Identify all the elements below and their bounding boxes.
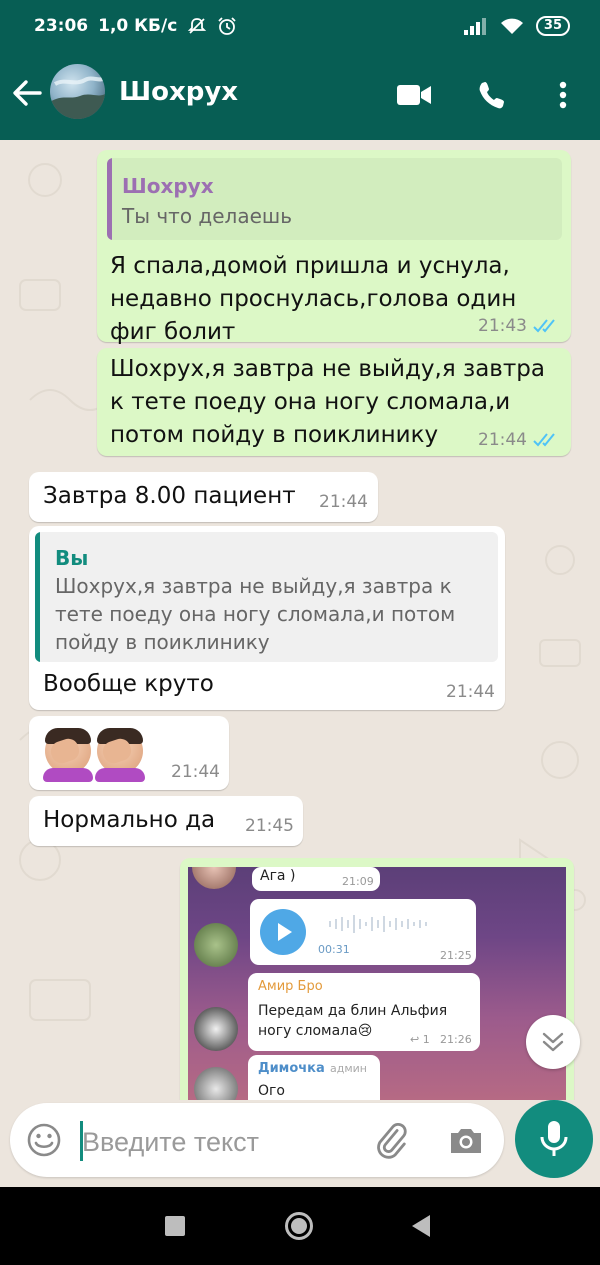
text-caret	[80, 1121, 83, 1161]
message-text: Завтра 8.00 пациент	[43, 483, 296, 509]
read-receipt-icon	[533, 433, 555, 447]
face-palm-emoji	[43, 728, 93, 782]
more-icon[interactable]	[544, 78, 582, 112]
message-line: Шохрух,я завтра не выйду,я завтра	[110, 356, 545, 382]
quote-text: Шохрух,я завтра не выйду,я завтра к тете…	[55, 572, 455, 656]
forwarded-text: Ого	[258, 1083, 285, 1099]
forwarded-message: Ага ) 21:09	[252, 867, 380, 891]
mic-button[interactable]	[515, 1100, 593, 1178]
message-bubble-outgoing[interactable]: Шохрух Ты что делаешь Я спала,домой приш…	[97, 150, 571, 345]
message-time: 21:44	[171, 762, 220, 782]
message-line: Я спала,домой пришла и уснула,	[110, 253, 510, 279]
forwarded-text: Ага )	[260, 868, 296, 884]
quote-text: Ты что делаешь	[122, 204, 292, 228]
message-line: недавно проснулась,голова один	[110, 286, 517, 312]
quote-author: Вы	[55, 546, 89, 570]
mic-icon	[540, 1121, 568, 1156]
read-receipt-icon	[533, 319, 555, 333]
avatar[interactable]	[50, 64, 105, 119]
alarm-icon	[217, 16, 237, 36]
face-palm-emoji	[95, 728, 145, 782]
camera-icon[interactable]	[446, 1121, 486, 1161]
message-time: 21:44	[478, 430, 527, 450]
forwarded-role: админ	[330, 1062, 367, 1075]
sender-avatar	[194, 1067, 238, 1100]
sender-avatar	[194, 923, 238, 967]
quote-line: тете поеду она ногу сломала,и потом	[55, 602, 456, 626]
message-text: Вообще круто	[43, 671, 214, 697]
waveform-icon	[329, 915, 427, 933]
scroll-down-button[interactable]	[526, 1015, 580, 1069]
message-time: 21:44	[446, 682, 495, 702]
voice-message: 00:31 21:25	[250, 899, 476, 965]
recents-icon[interactable]	[165, 1216, 185, 1236]
quoted-message[interactable]: Вы Шохрух,я завтра не выйду,я завтра к т…	[35, 532, 498, 662]
message-input[interactable]	[80, 1119, 364, 1165]
chevron-down-icon	[542, 1032, 564, 1052]
reply-count: 1	[422, 1033, 430, 1046]
quote-author: Шохрух	[122, 174, 214, 198]
muted-bell-icon	[187, 16, 207, 36]
sender-avatar	[194, 1007, 238, 1051]
home-icon[interactable]	[285, 1212, 313, 1240]
image-message-content[interactable]: Ага ) 21:09 00:31 21:25 Амир Бро Передам…	[188, 867, 566, 1100]
network-speed: 1,0 КБ/с	[98, 16, 178, 36]
message-line: фиг болит	[110, 319, 236, 345]
message-line: к тете поеду она ногу сломала,и	[110, 389, 511, 415]
forwarded-time: 21:25	[440, 949, 472, 962]
message-bubble-outgoing[interactable]: Шохрух,я завтра не выйду,я завтра к тете…	[97, 348, 571, 456]
reply-indicator: ↩ 1	[410, 1033, 430, 1046]
forwarded-line: Передам да блин Альфия	[258, 1003, 448, 1019]
message-time: 21:45	[245, 816, 294, 836]
video-call-icon[interactable]	[395, 78, 433, 112]
forwarded-message: Димочка админ Ого	[248, 1055, 380, 1100]
message-time: 21:44	[319, 492, 368, 512]
sender-avatar	[192, 867, 236, 889]
quote-line: пойду в поиклинику	[55, 630, 270, 654]
battery-icon: 35	[535, 16, 570, 36]
play-icon	[260, 909, 306, 955]
quote-line: Шохрух,я завтра не выйду,я завтра к	[55, 574, 452, 598]
message-time: 21:43	[478, 316, 527, 336]
message-bubble-incoming[interactable]: Завтра 8.00 пациент 21:44	[29, 472, 378, 522]
message-bubble-incoming[interactable]: Вы Шохрух,я завтра не выйду,я завтра к т…	[29, 526, 505, 710]
chat-area[interactable]: Шохрух Ты что делаешь Я спала,домой приш…	[0, 140, 600, 1100]
message-bubble-incoming[interactable]: Нормально да 21:45	[29, 796, 303, 846]
message-bubble-incoming[interactable]: 21:44	[29, 716, 229, 790]
phone-icon[interactable]	[474, 78, 512, 112]
status-time: 23:06	[34, 16, 89, 36]
forwarded-author: Димочка	[258, 1061, 325, 1076]
forwarded-time: 21:09	[342, 875, 374, 888]
quote-bar	[35, 532, 40, 662]
wifi-icon	[500, 17, 524, 35]
quoted-message[interactable]: Шохрух Ты что делаешь	[107, 158, 562, 240]
signal-icon	[463, 17, 488, 35]
forwarded-time: 21:26	[440, 1033, 472, 1046]
forwarded-message: Амир Бро Передам да блин Альфия ногу сло…	[248, 973, 480, 1051]
system-nav-bar	[0, 1187, 600, 1265]
attach-icon[interactable]	[372, 1121, 412, 1161]
status-bar: 23:06 1,0 КБ/с 35	[0, 0, 600, 52]
message-text: Нормально да	[43, 807, 216, 833]
contact-name[interactable]: Шохрух	[119, 77, 238, 107]
chat-header: Шохрух	[0, 52, 600, 140]
forwarded-author: Амир Бро	[258, 979, 323, 994]
voice-duration: 00:31	[318, 943, 350, 956]
message-text: Я спала,домой пришла и уснула, недавно п…	[110, 250, 516, 349]
quote-bar	[107, 158, 112, 240]
back-icon[interactable]	[410, 1214, 432, 1238]
emoji-icon[interactable]	[26, 1122, 62, 1158]
message-input-bar	[10, 1103, 504, 1177]
back-arrow-icon[interactable]	[10, 76, 44, 110]
